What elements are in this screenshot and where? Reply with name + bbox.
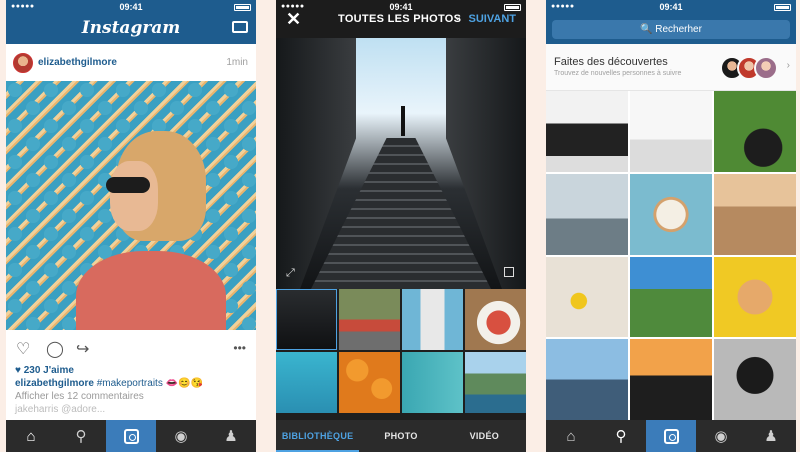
- suggested-avatars: [720, 56, 778, 80]
- grid-photo[interactable]: [714, 91, 796, 172]
- grid-photo[interactable]: [546, 173, 628, 255]
- home-icon[interactable]: ⌂: [546, 420, 596, 452]
- partial-comment: jakeharris @adore...: [15, 404, 106, 415]
- avatar[interactable]: [13, 53, 33, 73]
- chevron-right-icon: ›: [786, 60, 790, 71]
- library-header: ●●●●● 09:41 ✕ TOUTES LES PHOTOS ⌄ SUIVAN…: [276, 0, 526, 38]
- album-title[interactable]: TOUTES LES PHOTOS: [338, 13, 461, 25]
- grid-photo[interactable]: [714, 256, 796, 338]
- battery-icon: [774, 4, 791, 11]
- search-icon[interactable]: ⚲: [596, 420, 646, 452]
- feed-header: ●●●●● 09:41 Instagram: [6, 0, 256, 44]
- photo-thumbnails: [276, 289, 526, 419]
- grid-photo[interactable]: [714, 339, 796, 420]
- thumbnail[interactable]: [276, 289, 337, 350]
- status-time: 09:41: [119, 2, 143, 12]
- camera-icon[interactable]: [106, 420, 156, 452]
- instagram-logo: Instagram: [81, 18, 181, 38]
- grid-photo[interactable]: [546, 339, 628, 420]
- activity-icon[interactable]: ◉: [156, 420, 206, 452]
- avatar: [754, 56, 778, 80]
- library-screen: ●●●●● 09:41 ✕ TOUTES LES PHOTOS ⌄ SUIVAN…: [276, 0, 526, 452]
- activity-icon[interactable]: ◉: [696, 420, 746, 452]
- discover-people-banner[interactable]: Faites des découvertes Trouvez de nouvel…: [546, 44, 796, 91]
- discover-subtitle: Trouvez de nouvelles personnes à suivre: [554, 70, 682, 77]
- photo-subject-face: [110, 161, 158, 231]
- explore-header: ●●●●● 09:41 🔍 Recherher: [546, 0, 796, 44]
- share-icon[interactable]: ↪: [76, 339, 89, 359]
- post-username[interactable]: elizabethgilmore: [38, 57, 117, 68]
- caption-text[interactable]: #makeportraits 👄😊😘: [97, 378, 203, 389]
- thumbnail[interactable]: [465, 289, 526, 350]
- library-mode-bar: BIBLIOTHÈQUE PHOTO VIDÉO: [276, 420, 526, 452]
- more-icon[interactable]: •••: [233, 341, 246, 355]
- view-comments-link[interactable]: Afficher les 12 commentaires: [15, 390, 248, 403]
- grid-photo[interactable]: [630, 256, 712, 338]
- grid-photo[interactable]: [630, 91, 712, 172]
- discover-title: Faites des découvertes: [554, 56, 668, 68]
- thumbnail[interactable]: [402, 289, 463, 350]
- preview-figure: [401, 106, 405, 136]
- search-icon[interactable]: ⚲: [56, 420, 106, 452]
- post-header: elizabethgilmore 1min: [6, 44, 256, 81]
- camera-icon[interactable]: [646, 420, 696, 452]
- inbox-icon[interactable]: [232, 21, 248, 33]
- grid-photo[interactable]: [630, 339, 712, 420]
- thumbnail[interactable]: [465, 352, 526, 413]
- grid-photo[interactable]: [630, 173, 712, 255]
- battery-icon: [504, 4, 521, 11]
- expand-icon[interactable]: ⤢: [286, 267, 295, 280]
- photo-subject-sunglasses: [106, 177, 150, 193]
- status-time: 09:41: [659, 2, 683, 12]
- tab-bar: ⌂ ⚲ ◉ ♟: [6, 420, 256, 452]
- tab-bar: ⌂ ⚲ ◉ ♟: [546, 420, 796, 452]
- tab-video[interactable]: VIDÉO: [443, 420, 526, 452]
- thumbnail[interactable]: [339, 289, 400, 350]
- grid-icon[interactable]: [504, 267, 514, 277]
- likes-count[interactable]: ♥ 230 J'aime: [15, 364, 248, 377]
- next-button[interactable]: SUIVANT: [469, 13, 516, 25]
- status-bar: ●●●●● 09:41: [6, 0, 256, 15]
- battery-icon: [234, 4, 251, 11]
- photo-subject-body: [76, 251, 226, 330]
- thumbnail[interactable]: [402, 352, 463, 413]
- grid-photo[interactable]: [546, 256, 628, 338]
- profile-icon[interactable]: ♟: [746, 420, 796, 452]
- explore-grid: [546, 91, 796, 420]
- search-input[interactable]: 🔍 Recherher: [552, 20, 790, 39]
- chevron-down-icon[interactable]: ⌄: [453, 10, 462, 23]
- thumbnail[interactable]: [276, 352, 337, 413]
- profile-icon[interactable]: ♟: [206, 420, 256, 452]
- post-caption: ♥ 230 J'aime elizabethgilmore #makeportr…: [15, 364, 248, 416]
- caption-username[interactable]: elizabethgilmore: [15, 378, 94, 389]
- post-photo[interactable]: [6, 81, 256, 330]
- feed-screen: ●●●●● 09:41 Instagram elizabethgilmore 1…: [6, 0, 256, 452]
- home-icon[interactable]: ⌂: [6, 420, 56, 452]
- heart-icon[interactable]: ♡: [16, 339, 30, 359]
- photo-preview[interactable]: ⤢: [276, 38, 526, 289]
- status-time: 09:41: [389, 2, 413, 12]
- tab-photo[interactable]: PHOTO: [359, 420, 442, 452]
- post-actions: ♡ ◯ ↪ •••: [6, 330, 256, 364]
- status-bar: ●●●●● 09:41: [546, 0, 796, 15]
- close-icon[interactable]: ✕: [286, 9, 301, 30]
- grid-photo[interactable]: [714, 173, 796, 255]
- explore-screen: ●●●●● 09:41 🔍 Recherher Faites des décou…: [546, 0, 796, 452]
- tab-library[interactable]: BIBLIOTHÈQUE: [276, 420, 360, 452]
- thumbnail[interactable]: [339, 352, 400, 413]
- post-time: 1min: [226, 57, 248, 68]
- grid-photo[interactable]: [546, 91, 628, 172]
- comment-icon[interactable]: ◯: [46, 339, 64, 359]
